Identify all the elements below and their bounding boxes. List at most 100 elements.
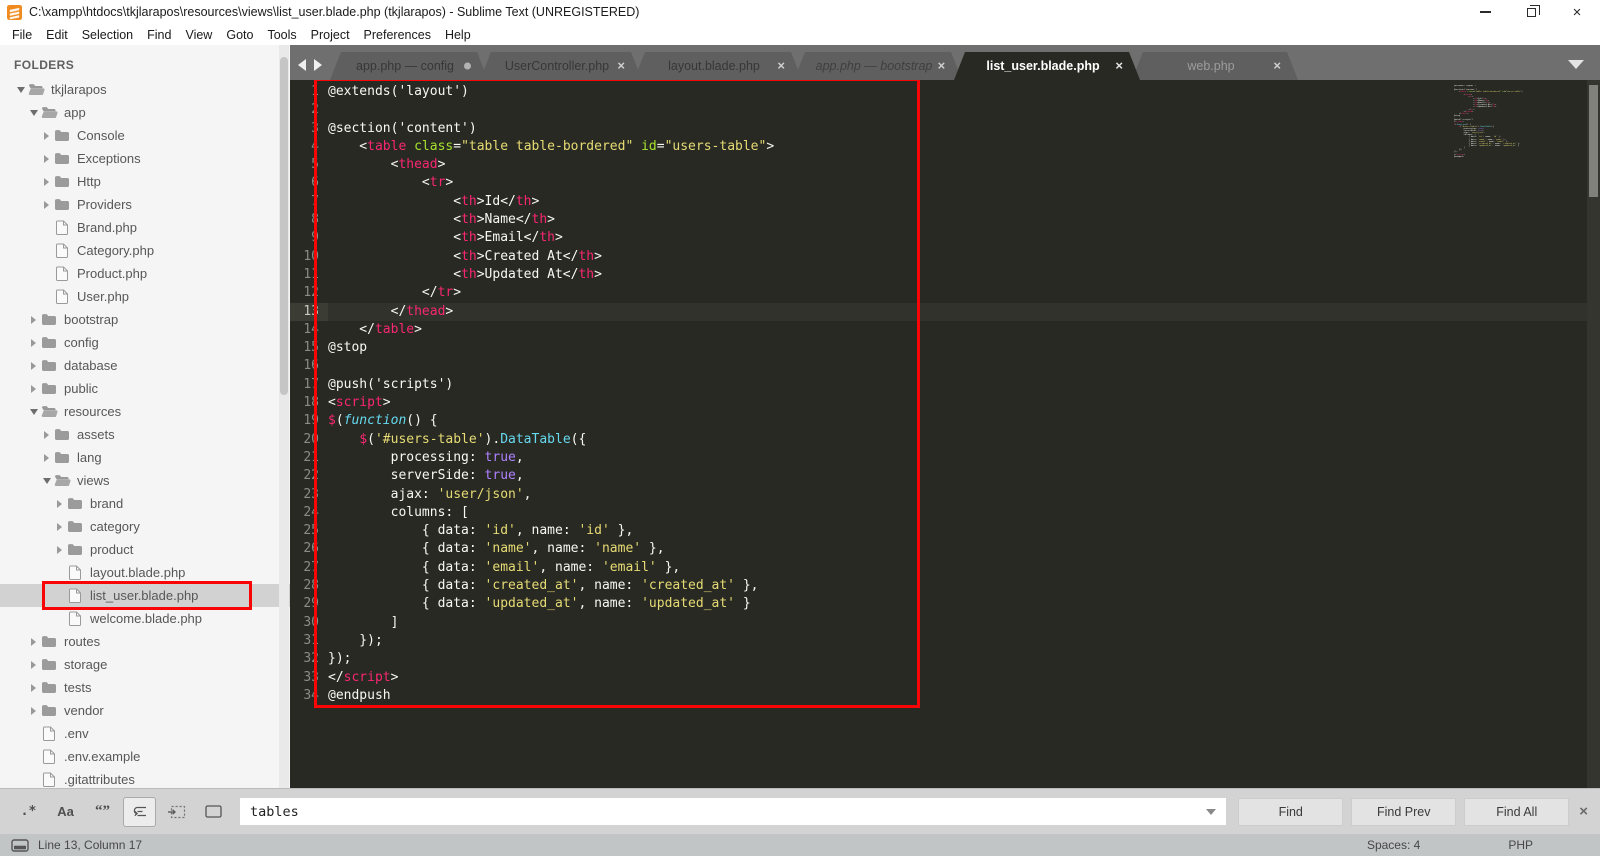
find-wrap-toggle[interactable]	[123, 796, 156, 827]
find-prev-button[interactable]: Find Prev	[1351, 797, 1457, 826]
find-button[interactable]: Find	[1238, 797, 1344, 826]
tab-scroll-right-icon[interactable]	[314, 59, 322, 71]
menu-help[interactable]: Help	[438, 28, 478, 42]
code-line-7[interactable]: 7 <th>Id</th>	[290, 193, 1600, 211]
menu-view[interactable]: View	[178, 28, 219, 42]
file-item-layout-blade-php[interactable]: layout.blade.php	[0, 561, 290, 584]
code-line-25[interactable]: 25 { data: 'id', name: 'id' },	[290, 522, 1600, 540]
code-line-10[interactable]: 10 <th>Created At</th>	[290, 248, 1600, 266]
folder-item-exceptions[interactable]: Exceptions	[0, 147, 290, 170]
code-line-18[interactable]: 18 <script>	[290, 394, 1600, 412]
code-line-16[interactable]: 16	[290, 357, 1600, 375]
tab-close-icon[interactable]: ×	[1115, 59, 1123, 73]
code-line-17[interactable]: 17 @push('scripts')	[290, 376, 1600, 394]
editor-scrollbar-thumb[interactable]	[1589, 85, 1598, 197]
code-line-33[interactable]: 33 </script>	[290, 669, 1600, 687]
folder-item-lang[interactable]: lang	[0, 446, 290, 469]
code-line-28[interactable]: 28 { data: 'created_at', name: 'created_…	[290, 577, 1600, 595]
indent-setting[interactable]: Spaces: 4	[1367, 838, 1420, 852]
find-case-sensitive-toggle[interactable]: Aa	[49, 797, 82, 827]
menu-edit[interactable]: Edit	[39, 28, 75, 42]
code-line-6[interactable]: 6 <tr>	[290, 174, 1600, 192]
folder-item-providers[interactable]: Providers	[0, 193, 290, 216]
code-line-34[interactable]: 34 @endpush	[290, 687, 1600, 705]
code-line-14[interactable]: 14 </table>	[290, 321, 1600, 339]
tab-close-icon[interactable]: ×	[617, 59, 625, 73]
menu-tools[interactable]: Tools	[260, 28, 303, 42]
code-line-23[interactable]: 23 ajax: 'user/json',	[290, 486, 1600, 504]
search-input[interactable]	[250, 803, 1199, 820]
tab-close-icon[interactable]: ×	[777, 59, 785, 73]
file-item-list-user-blade-php[interactable]: list_user.blade.php	[0, 581, 290, 610]
folder-item-product[interactable]: product	[0, 538, 290, 561]
folder-item-routes[interactable]: routes	[0, 630, 290, 653]
code-line-32[interactable]: 32});	[290, 650, 1600, 668]
panel-toggle-icon[interactable]	[11, 838, 29, 852]
find-regex-toggle[interactable]: .*	[12, 797, 45, 827]
folder-item-storage[interactable]: storage	[0, 653, 290, 676]
folder-item-console[interactable]: Console	[0, 124, 290, 147]
find-all-button[interactable]: Find All	[1464, 797, 1570, 826]
folder-item-assets[interactable]: assets	[0, 423, 290, 446]
tab-close-icon[interactable]: ×	[937, 59, 945, 73]
find-close-icon[interactable]: ×	[1579, 803, 1588, 820]
file-item-category-php[interactable]: Category.php	[0, 239, 290, 262]
code-line-27[interactable]: 27 { data: 'email', name: 'email' },	[290, 559, 1600, 577]
code-line-1[interactable]: 1 @extends('layout')	[290, 83, 1600, 101]
code-line-12[interactable]: 12 </tr>	[290, 284, 1600, 302]
folder-item-public[interactable]: public	[0, 377, 290, 400]
folder-item-views[interactable]: views	[0, 469, 290, 492]
code-line-8[interactable]: 8 <th>Name</th>	[290, 211, 1600, 229]
code-line-26[interactable]: 26 { data: 'name', name: 'name' },	[290, 540, 1600, 558]
folder-item-config[interactable]: config	[0, 331, 290, 354]
folder-item-brand[interactable]: brand	[0, 492, 290, 515]
file-item-product-php[interactable]: Product.php	[0, 262, 290, 285]
file-item--env[interactable]: .env	[0, 722, 290, 745]
tab-overflow-menu-icon[interactable]	[1568, 60, 1584, 69]
folder-item-database[interactable]: database	[0, 354, 290, 377]
code-line-31[interactable]: 31 });	[290, 632, 1600, 650]
folder-item-category[interactable]: category	[0, 515, 290, 538]
tab-layout-blade-php[interactable]: layout.blade.php ×	[634, 52, 802, 80]
folder-item-tests[interactable]: tests	[0, 676, 290, 699]
code-line-19[interactable]: 19 $(function() {	[290, 412, 1600, 430]
close-button[interactable]: ×	[1554, 0, 1600, 24]
code-line-9[interactable]: 9 <th>Email</th>	[290, 229, 1600, 247]
find-whole-word-toggle[interactable]: “”	[86, 797, 119, 827]
code-area[interactable]: 1 @extends('layout') 2 3 @section('content')…	[290, 83, 1600, 705]
code-line-3[interactable]: 3 @section('content')	[290, 120, 1600, 138]
sidebar-scrollbar-thumb[interactable]	[280, 57, 288, 395]
code-line-11[interactable]: 11 <th>Updated At</th>	[290, 266, 1600, 284]
code-line-21[interactable]: 21 processing: true,	[290, 449, 1600, 467]
editor-scrollbar[interactable]	[1587, 80, 1600, 788]
code-line-22[interactable]: 22 serverSide: true,	[290, 467, 1600, 485]
code-line-2[interactable]: 2	[290, 101, 1600, 119]
find-in-selection-toggle[interactable]	[160, 797, 193, 827]
menu-preferences[interactable]: Preferences	[357, 28, 438, 42]
file-item-welcome-blade-php[interactable]: welcome.blade.php	[0, 607, 290, 630]
folder-item-bootstrap[interactable]: bootstrap	[0, 308, 290, 331]
menu-selection[interactable]: Selection	[75, 28, 140, 42]
file-item-brand-php[interactable]: Brand.php	[0, 216, 290, 239]
file-item-user-php[interactable]: User.php	[0, 285, 290, 308]
tab-app-php-config[interactable]: app.php — config	[330, 52, 488, 80]
code-line-30[interactable]: 30 ]	[290, 614, 1600, 632]
folder-item-vendor[interactable]: vendor	[0, 699, 290, 722]
menu-project[interactable]: Project	[304, 28, 357, 42]
folder-item-resources[interactable]: resources	[0, 400, 290, 423]
folder-item-http[interactable]: Http	[0, 170, 290, 193]
code-line-15[interactable]: 15 @stop	[290, 339, 1600, 357]
code-line-4[interactable]: 4 <table class="table table-bordered" id…	[290, 138, 1600, 156]
code-line-5[interactable]: 5 <thead>	[290, 156, 1600, 174]
tab-close-icon[interactable]: ×	[1273, 59, 1281, 73]
menu-find[interactable]: Find	[140, 28, 178, 42]
tab-list-user-blade-php[interactable]: list_user.blade.php ×	[954, 52, 1140, 80]
tab-web-php[interactable]: web.php ×	[1132, 52, 1298, 80]
code-line-13[interactable]: 13 </thead>	[290, 302, 1600, 321]
file-item--gitattributes[interactable]: .gitattributes	[0, 768, 290, 788]
code-line-20[interactable]: 20 $('#users-table').DataTable({	[290, 431, 1600, 449]
restore-button[interactable]	[1508, 0, 1554, 24]
file-item--env-example[interactable]: .env.example	[0, 745, 290, 768]
tab-app-php-bootstrap[interactable]: app.php — bootstrap ×	[794, 52, 962, 80]
folder-item-tkjlarapos[interactable]: tkjlarapos	[0, 78, 290, 101]
